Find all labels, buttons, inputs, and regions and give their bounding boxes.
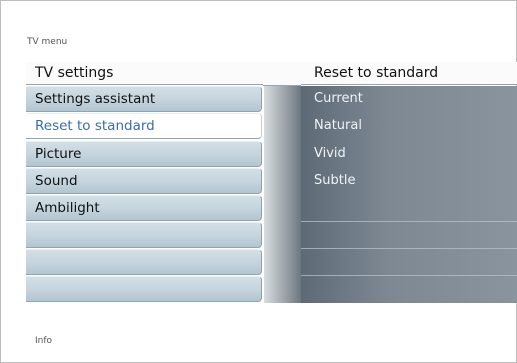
option-natural[interactable]: Natural <box>314 113 362 139</box>
option-current[interactable]: Current <box>314 86 363 112</box>
tv-menu-screen: TV menu TV settings Reset to standard Se… <box>0 0 517 363</box>
breadcrumb: TV menu <box>27 37 68 47</box>
option-divider <box>301 248 517 249</box>
menu-item-reset-to-standard[interactable]: Reset to standard <box>26 113 262 139</box>
menu-item-empty <box>26 276 262 302</box>
option-vivid[interactable]: Vivid <box>314 141 346 167</box>
menu-item-sound[interactable]: Sound <box>26 168 262 194</box>
settings-menu-list: Settings assistant Reset to standard Pic… <box>26 86 263 303</box>
reset-options-list: Current Natural Vivid Subtle <box>301 86 517 303</box>
header-gap <box>263 62 301 86</box>
menu-item-empty <box>26 249 262 275</box>
left-column-title: TV settings <box>26 62 263 85</box>
right-column-title: Reset to standard <box>301 62 517 85</box>
option-divider <box>301 221 517 222</box>
menu-item-settings-assistant[interactable]: Settings assistant <box>26 86 262 112</box>
panel-fade <box>264 86 301 303</box>
menu-item-empty <box>26 222 262 248</box>
option-divider <box>301 275 517 276</box>
info-label: Info <box>35 336 53 346</box>
menu-item-ambilight[interactable]: Ambilight <box>26 195 262 221</box>
menu-item-picture[interactable]: Picture <box>26 141 262 167</box>
option-subtle[interactable]: Subtle <box>314 168 355 194</box>
